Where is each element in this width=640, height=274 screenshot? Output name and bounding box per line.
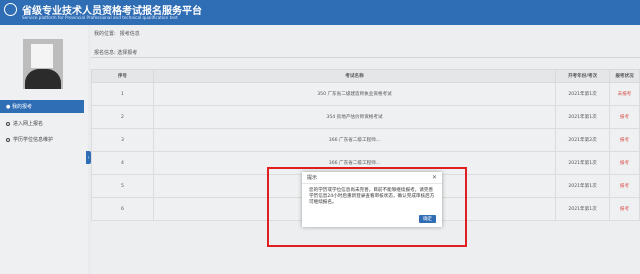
dialog-header: 提示 ✕ [302, 172, 442, 184]
close-icon[interactable]: ✕ [432, 174, 437, 181]
confirm-button[interactable]: 确定 [419, 215, 436, 223]
dialog-message: 您的学历或学位信息尚未完善，目前不能够继续报考，请完善学历信息24小时后重新登录… [309, 188, 435, 206]
alert-dialog: 提示 ✕ 您的学历或学位信息尚未完善，目前不能够继续报考，请完善学历信息24小时… [302, 172, 442, 227]
dialog-title: 提示 [307, 175, 318, 181]
